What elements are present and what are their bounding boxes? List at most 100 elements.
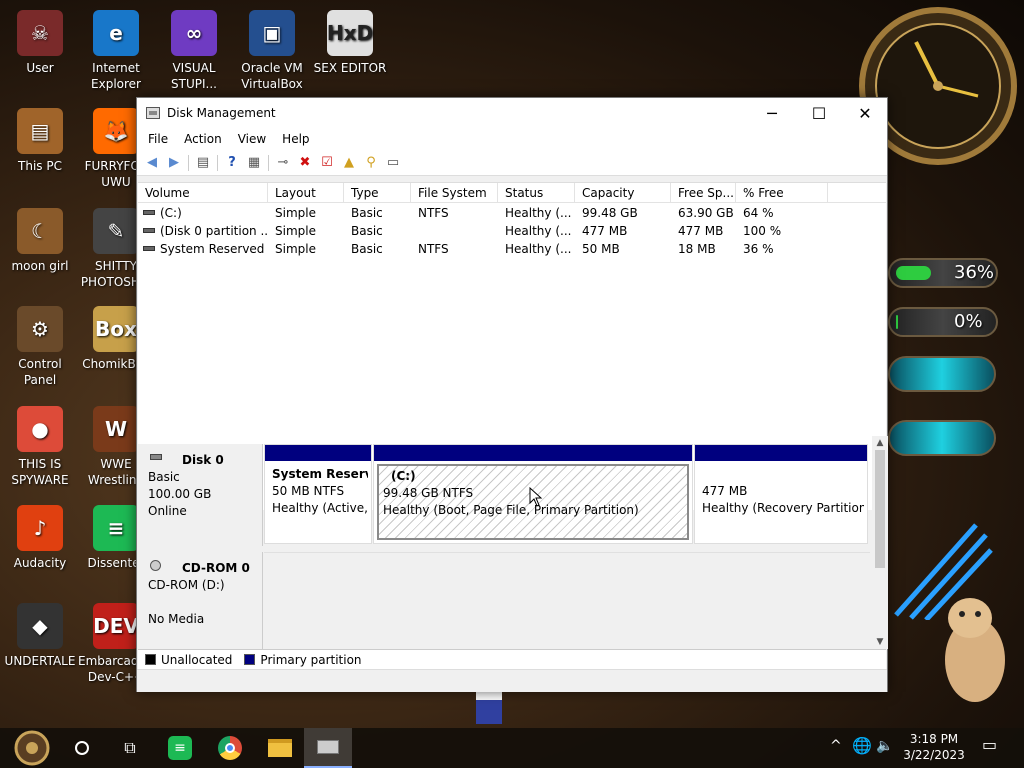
disk-graphical-view: Disk 0 Basic 100.00 GB Online System Res… (138, 438, 872, 649)
desktop-icon[interactable]: ☠ User (2, 10, 78, 76)
notification-center-icon[interactable]: ▭ (982, 737, 997, 753)
cdrom-0-label[interactable]: CD-ROM 0 CD-ROM (D:) No Media (138, 552, 263, 649)
column-header-file-system[interactable]: File System (411, 183, 498, 203)
desktop-icon[interactable]: ▤ This PC (2, 108, 78, 174)
clock-date: 3/22/2023 (903, 748, 965, 762)
legend-label-unallocated: Unallocated (161, 652, 233, 667)
desktop-icon-label: Audacity (13, 556, 67, 570)
volume-muted-icon[interactable]: 🔈 (876, 738, 893, 754)
table-row[interactable]: System Reserved ... Simple Basic NTFS Health… (138, 240, 886, 258)
title-bar[interactable]: Disk Management ─ ☐ ✕ (137, 98, 887, 128)
table-cell (411, 222, 498, 240)
scroll-up-icon[interactable]: ▲ (872, 436, 888, 450)
column-header-type[interactable]: Type (344, 183, 411, 203)
close-button[interactable]: ✕ (842, 98, 888, 128)
disk-management-window: Disk Management ─ ☐ ✕ File Action View H… (136, 97, 888, 692)
cpu-gauge-text: 36% (954, 262, 995, 283)
show-hidden-icons-chevron-icon[interactable]: ^ (830, 738, 842, 754)
desktop-icon-label: User (26, 61, 54, 75)
partition-status: Healthy (Recovery Partition) (702, 501, 864, 515)
table-cell: Healthy (... (505, 224, 572, 238)
help-icon[interactable]: ? (221, 152, 243, 174)
disk-0-label[interactable]: Disk 0 Basic 100.00 GB Online (138, 444, 263, 546)
connect-icon[interactable]: ⊸ (272, 152, 294, 174)
table-cell: 99.48 GB (582, 206, 638, 220)
show-panel-icon[interactable]: ▦ (243, 152, 265, 174)
search-folder-icon[interactable]: ⚲ (360, 152, 382, 174)
taskbar-disk-management[interactable] (304, 728, 352, 768)
column-header-layout[interactable]: Layout (268, 183, 344, 203)
clock-time: 3:18 PM (909, 732, 959, 746)
desktop-icon[interactable]: ♪ Audacity (2, 505, 78, 571)
desktop-icon[interactable]: ⚙ Control Panel (2, 306, 78, 388)
disk-management-icon (317, 740, 339, 754)
desktop-icon[interactable]: e Internet Explorer (78, 10, 154, 92)
taskbar-file-explorer[interactable] (256, 728, 304, 768)
table-row[interactable]: (Disk 0 partition ... Simple Basic Healthy … (138, 222, 886, 240)
disk-view-scrollbar[interactable]: ▲ ▼ (872, 436, 888, 649)
menu-file[interactable]: File (140, 132, 176, 146)
desktop-icon-label: UNDERTALE (4, 654, 76, 668)
cd-drive-icon (150, 560, 161, 571)
column-header-free-space[interactable]: Free Sp... (671, 183, 736, 203)
network-globe-icon[interactable]: 🌐 (852, 738, 872, 754)
console-tree-icon[interactable]: ▤ (192, 152, 214, 174)
maximize-button[interactable]: ☐ (796, 98, 842, 128)
properties-icon[interactable]: ▭ (382, 152, 404, 174)
start-button[interactable] (8, 728, 56, 768)
volume-icon (143, 210, 155, 215)
forward-arrow-icon[interactable]: ▶ (163, 152, 185, 174)
app-icon: ♪ (17, 505, 63, 551)
toolbar-separator (217, 154, 218, 171)
scrollbar-thumb[interactable] (875, 450, 885, 568)
desktop-icon-label: Control Panel (18, 357, 62, 387)
cdrom-0-area[interactable] (264, 552, 870, 649)
taskbar-dissenter[interactable]: ≡ (156, 728, 204, 768)
column-header-capacity[interactable]: Capacity (575, 183, 671, 203)
toolbar-separator (268, 154, 269, 171)
app-icon: ⚙ (17, 306, 63, 352)
desktop-icon[interactable]: ▣ Oracle VM VirtualBox (234, 10, 310, 92)
disk-0-name: Disk 0 (148, 452, 252, 469)
desktop-icon[interactable]: ☾ moon girl (2, 208, 78, 274)
table-cell: NTFS (418, 242, 449, 256)
table-cell: Healthy (... (505, 242, 572, 256)
table-cell: 477 MB (678, 224, 724, 238)
column-header-status[interactable]: Status (498, 183, 575, 203)
partition-name: System Reserve (272, 467, 368, 481)
desktop-icon-label: Internet Explorer (91, 61, 141, 91)
partition-name (702, 466, 860, 483)
search-button[interactable] (58, 728, 106, 768)
app-icon: HxD (327, 10, 373, 56)
app-icon: e (93, 10, 139, 56)
import-folder-icon[interactable]: ▲ (338, 152, 360, 174)
table-row[interactable]: (C:) Simple Basic NTFS Healthy (... 99.48 GB 6… (138, 204, 886, 222)
desktop-icon[interactable]: ● THIS IS SPYWARE (2, 406, 78, 488)
back-arrow-icon[interactable]: ◀ (141, 152, 163, 174)
minimize-button[interactable]: ─ (749, 98, 795, 128)
partition-recovery[interactable]: 477 MB Healthy (Recovery Partition) (694, 444, 868, 544)
status-bar (137, 669, 887, 692)
column-header-volume[interactable]: Volume (138, 183, 268, 203)
table-cell: 36 % (743, 242, 774, 256)
menu-help[interactable]: Help (274, 132, 317, 146)
scroll-down-icon[interactable]: ▼ (872, 635, 888, 649)
task-view-button[interactable]: ⧉ (106, 728, 154, 768)
desktop-icon[interactable]: ◆ UNDERTALE (2, 603, 78, 669)
taskbar-chrome[interactable] (206, 728, 254, 768)
desktop-icon[interactable]: ∞ VISUAL STUPI... (156, 10, 232, 92)
table-cell: Simple (275, 206, 316, 220)
desktop-icon-label: SEX EDITOR (313, 61, 387, 75)
properties-check-icon[interactable]: ☑ (316, 152, 338, 174)
partition-system-reserved[interactable]: System Reserve 50 MB NTFS Healthy (Activ… (264, 444, 372, 544)
delete-icon[interactable]: ✖ (294, 152, 316, 174)
menu-view[interactable]: View (230, 132, 274, 146)
app-icon: Box (93, 306, 139, 352)
desktop-icon[interactable]: HxD SEX EDITOR (312, 10, 388, 76)
column-header-percent-free[interactable]: % Free (736, 183, 828, 203)
menu-action[interactable]: Action (176, 132, 230, 146)
app-icon: W (93, 406, 139, 452)
partition-name: (C:) (391, 469, 416, 483)
taskbar-clock[interactable]: 3:18 PM 3/22/2023 (896, 731, 972, 763)
table-cell: Basic (351, 206, 383, 220)
